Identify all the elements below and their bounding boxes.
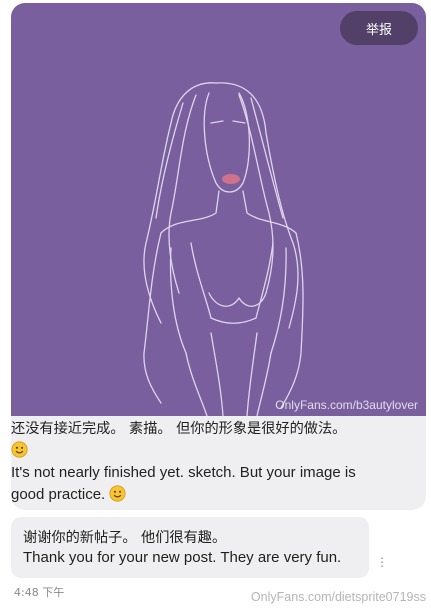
sketch-illustration: [143, 82, 304, 416]
comment-zh: 还没有接近完成。 素描。 但你的形象是很好的做法。: [11, 421, 347, 437]
comment-en-line2: good practice.: [11, 486, 106, 503]
image-watermark: OnlyFans.com/b3autylover: [275, 398, 418, 412]
smile-emoji-icon: [109, 485, 126, 502]
reply-bubble: 谢谢你的新帖子。 他们很有趣。 Thank you for your new p…: [11, 517, 369, 578]
comment-en-line1: It's not nearly finished yet. sketch. Bu…: [11, 464, 356, 481]
comment-en-line2-row: good practice.: [11, 484, 406, 506]
page-watermark: OnlyFans.com/dietsprite0719ss: [250, 590, 426, 604]
reply-zh: 谢谢你的新帖子。 他们很有趣。: [23, 530, 227, 546]
more-options-icon[interactable]: ⋮: [376, 555, 388, 569]
comment-text: 还没有接近完成。 素描。 但你的形象是很好的做法。 It's not nearl…: [11, 418, 406, 506]
message-timestamp: 4:48 下午: [14, 586, 65, 599]
report-button[interactable]: 举报: [340, 11, 418, 45]
reply-en: Thank you for your new post. They are ve…: [23, 549, 342, 566]
post-image[interactable]: 举报 OnlyFans.com/b3autylover: [11, 3, 426, 416]
smile-emoji-icon: [11, 441, 28, 458]
emoji-line: [11, 440, 406, 462]
